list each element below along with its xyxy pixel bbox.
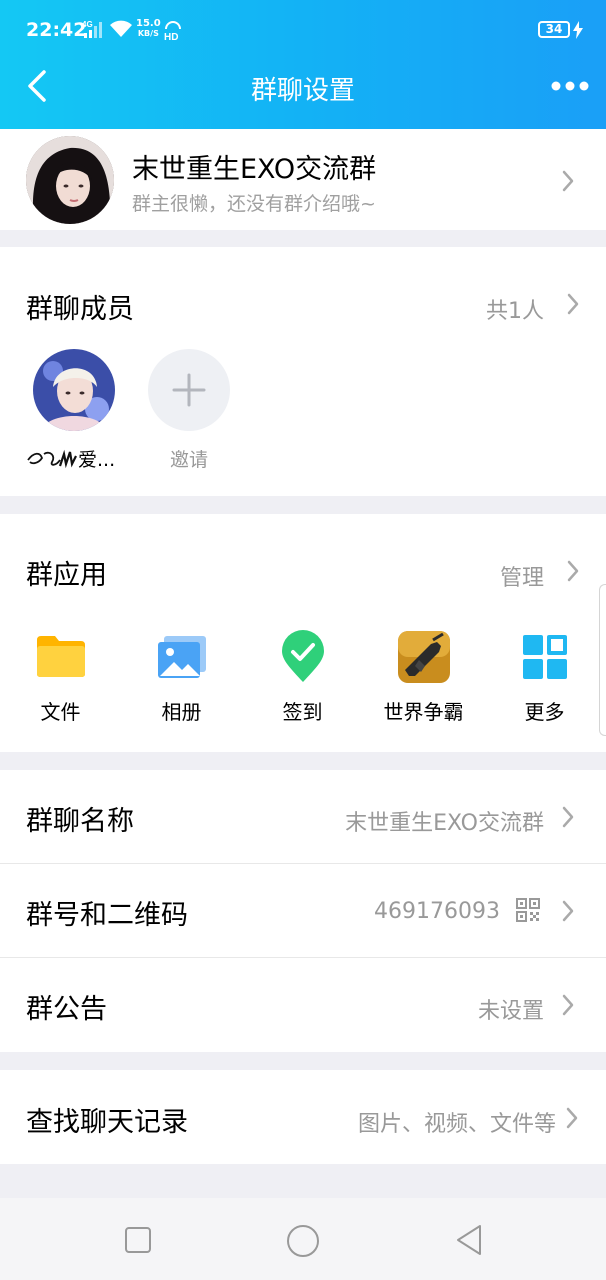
hd-voice-icon: HD	[164, 21, 181, 41]
check-in-icon	[282, 630, 324, 682]
group-notice-row[interactable]: 群公告 未设置	[0, 958, 606, 1052]
folder-icon	[37, 636, 85, 677]
more-grid-icon	[523, 635, 567, 679]
plus-icon	[172, 373, 206, 407]
wifi-icon	[110, 20, 132, 37]
group-number-row[interactable]: 群号和二维码 469176093	[0, 864, 606, 957]
chevron-right-icon	[562, 994, 574, 1016]
chevron-right-icon	[567, 560, 579, 582]
apps-manage: 管理	[499, 566, 544, 591]
member-avatar	[33, 349, 115, 431]
status-bar: 22:42 4G 15.0 KB/S HD 34	[0, 0, 606, 60]
app-album[interactable]: 相册	[121, 626, 242, 726]
chevron-right-icon	[562, 806, 574, 828]
system-navigation-bar	[0, 1198, 606, 1280]
group-profile-card[interactable]: 末世重生EXO交流群 群主很懒，还没有群介绍哦~	[0, 129, 606, 230]
header-bar: 22:42 4G 15.0 KB/S HD 34 群聊设置	[0, 0, 606, 129]
home-icon[interactable]	[286, 1224, 320, 1258]
settings-list: 群聊名称 末世重生EXO交流群 群号和二维码 469176093 群公告 未设置	[0, 770, 606, 1052]
member-item[interactable]: 爱...	[26, 349, 126, 479]
game-gun-icon	[398, 631, 450, 683]
network-type: 4G	[82, 20, 93, 29]
cellular-signal-icon: 4G	[82, 20, 102, 38]
members-title: 群聊成员	[26, 294, 134, 325]
app-album-label: 相册	[161, 700, 202, 724]
photo-album-icon	[158, 636, 206, 678]
page-title: 群聊设置	[250, 76, 355, 106]
members-count: 共1人	[486, 299, 544, 324]
invite-circle	[148, 349, 230, 431]
battery-indicator: 34	[538, 21, 570, 38]
group-number-title: 群号和二维码	[26, 900, 188, 931]
svg-text:HD: HD	[164, 32, 178, 41]
group-number-value: 469176093	[374, 899, 500, 924]
charging-bolt-icon	[573, 21, 583, 39]
invite-member-button[interactable]: 邀请	[148, 349, 230, 479]
group-avatar-image	[26, 136, 114, 224]
chevron-right-icon	[562, 170, 574, 192]
app-more-label: 更多	[524, 700, 565, 724]
more-options-icon[interactable]	[548, 74, 592, 98]
group-name-row[interactable]: 群聊名称 末世重生EXO交流群	[0, 770, 606, 863]
group-name: 末世重生EXO交流群	[132, 154, 377, 185]
group-apps-card: 群应用 管理 文件 相册 签到 世界争霸 更多	[0, 514, 606, 752]
group-intro: 群主很懒，还没有群介绍哦~	[132, 193, 376, 215]
app-files-label: 文件	[40, 700, 81, 724]
member-name: 爱...	[26, 445, 126, 472]
app-more[interactable]: 更多	[484, 626, 605, 726]
group-avatar	[26, 136, 114, 224]
invite-label: 邀请	[169, 449, 208, 471]
group-notice-title: 群公告	[26, 994, 107, 1025]
search-history-value: 图片、视频、文件等	[357, 1112, 556, 1137]
group-notice-value: 未设置	[477, 999, 544, 1024]
members-count-row[interactable]: 共1人	[420, 287, 606, 324]
app-checkin-label: 签到	[282, 700, 323, 724]
recent-apps-icon[interactable]	[124, 1226, 152, 1254]
app-world-game-label: 世界争霸	[383, 700, 464, 724]
app-checkin[interactable]: 签到	[242, 626, 363, 726]
network-speed: 15.0 KB/S	[136, 18, 161, 39]
status-time: 22:42	[26, 19, 87, 41]
apps-manage-row[interactable]: 管理	[460, 554, 606, 591]
chevron-right-icon	[566, 1107, 578, 1129]
floating-side-handle[interactable]	[599, 584, 606, 736]
group-name-title: 群聊名称	[26, 806, 134, 837]
app-files[interactable]: 文件	[0, 626, 121, 726]
chevron-right-icon	[562, 900, 574, 922]
search-history-row[interactable]: 查找聊天记录 图片、视频、文件等	[0, 1070, 606, 1164]
app-world-game[interactable]: 世界争霸	[363, 626, 484, 726]
member-name-text: 爱...	[78, 449, 116, 471]
search-history-title: 查找聊天记录	[26, 1107, 188, 1138]
back-triangle-icon[interactable]	[454, 1224, 484, 1256]
group-name-value: 末世重生EXO交流群	[345, 811, 544, 836]
member-name-decoration-icon	[27, 449, 77, 468]
members-card: 群聊成员 共1人 爱... 邀请	[0, 247, 606, 496]
chevron-right-icon	[567, 293, 579, 315]
member-avatar-image	[33, 349, 115, 431]
qr-code-icon	[516, 898, 540, 922]
apps-title: 群应用	[26, 560, 107, 591]
